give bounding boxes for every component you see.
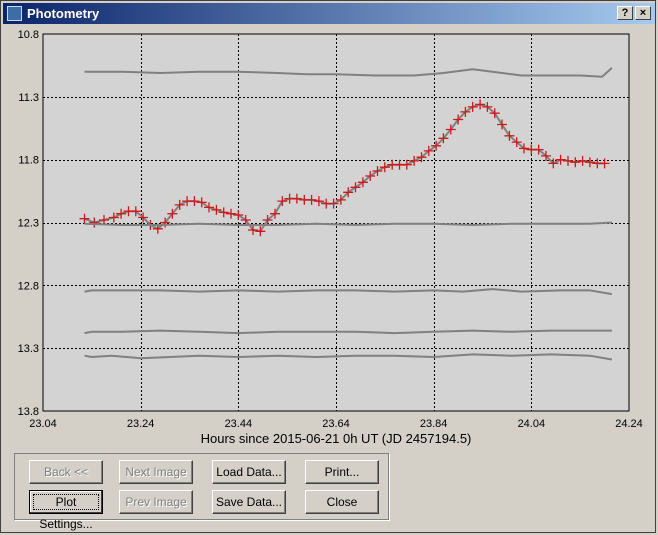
x-tick-label: 23.24 — [127, 418, 155, 430]
x-axis-label: Hours since 2015-06-21 0h UT (JD 2457194… — [201, 431, 472, 446]
y-tick-label: 12.3 — [18, 218, 39, 230]
close-window-button[interactable]: × — [635, 6, 651, 20]
print-button[interactable]: Print... — [305, 460, 379, 484]
close-button[interactable]: Close — [305, 490, 379, 514]
y-tick-label: 11.8 — [18, 155, 39, 167]
x-tick-label: 24.24 — [615, 418, 643, 430]
app-icon — [7, 6, 22, 21]
y-tick-label: 10.8 — [18, 29, 39, 41]
x-tick-label: 23.04 — [29, 418, 57, 430]
photometry-plot: 23.04 23.24 23.44 23.64 23.84 24.04 24.24 10.8 1… — [18, 29, 643, 446]
y-tick-label: 12.8 — [18, 280, 39, 292]
x-tick-label: 24.04 — [518, 418, 546, 430]
title-bar[interactable]: Photometry ? × — [3, 3, 655, 24]
y-tick-label: 13.8 — [18, 406, 39, 418]
y-tick-label: 11.3 — [18, 92, 39, 104]
x-tick-label: 23.64 — [322, 418, 350, 430]
prev-image-button[interactable]: Prev Image — [119, 490, 193, 514]
x-tick-label: 23.84 — [420, 418, 448, 430]
y-tick-label: 13.3 — [18, 343, 39, 355]
save-data-button[interactable]: Save Data... — [212, 490, 286, 514]
plot-settings-button[interactable]: Plot Settings... — [29, 490, 103, 531]
x-tick-label: 23.44 — [225, 418, 253, 430]
window-title: Photometry — [27, 6, 100, 21]
back-button[interactable]: Back << — [29, 460, 103, 484]
photometry-window: Photometry ? × 23.04 23.24 23.44 23.64 23.84… — [0, 0, 656, 533]
load-data-button[interactable]: Load Data... — [212, 460, 286, 484]
next-image-button[interactable]: Next Image — [119, 460, 193, 484]
help-button[interactable]: ? — [617, 6, 633, 20]
